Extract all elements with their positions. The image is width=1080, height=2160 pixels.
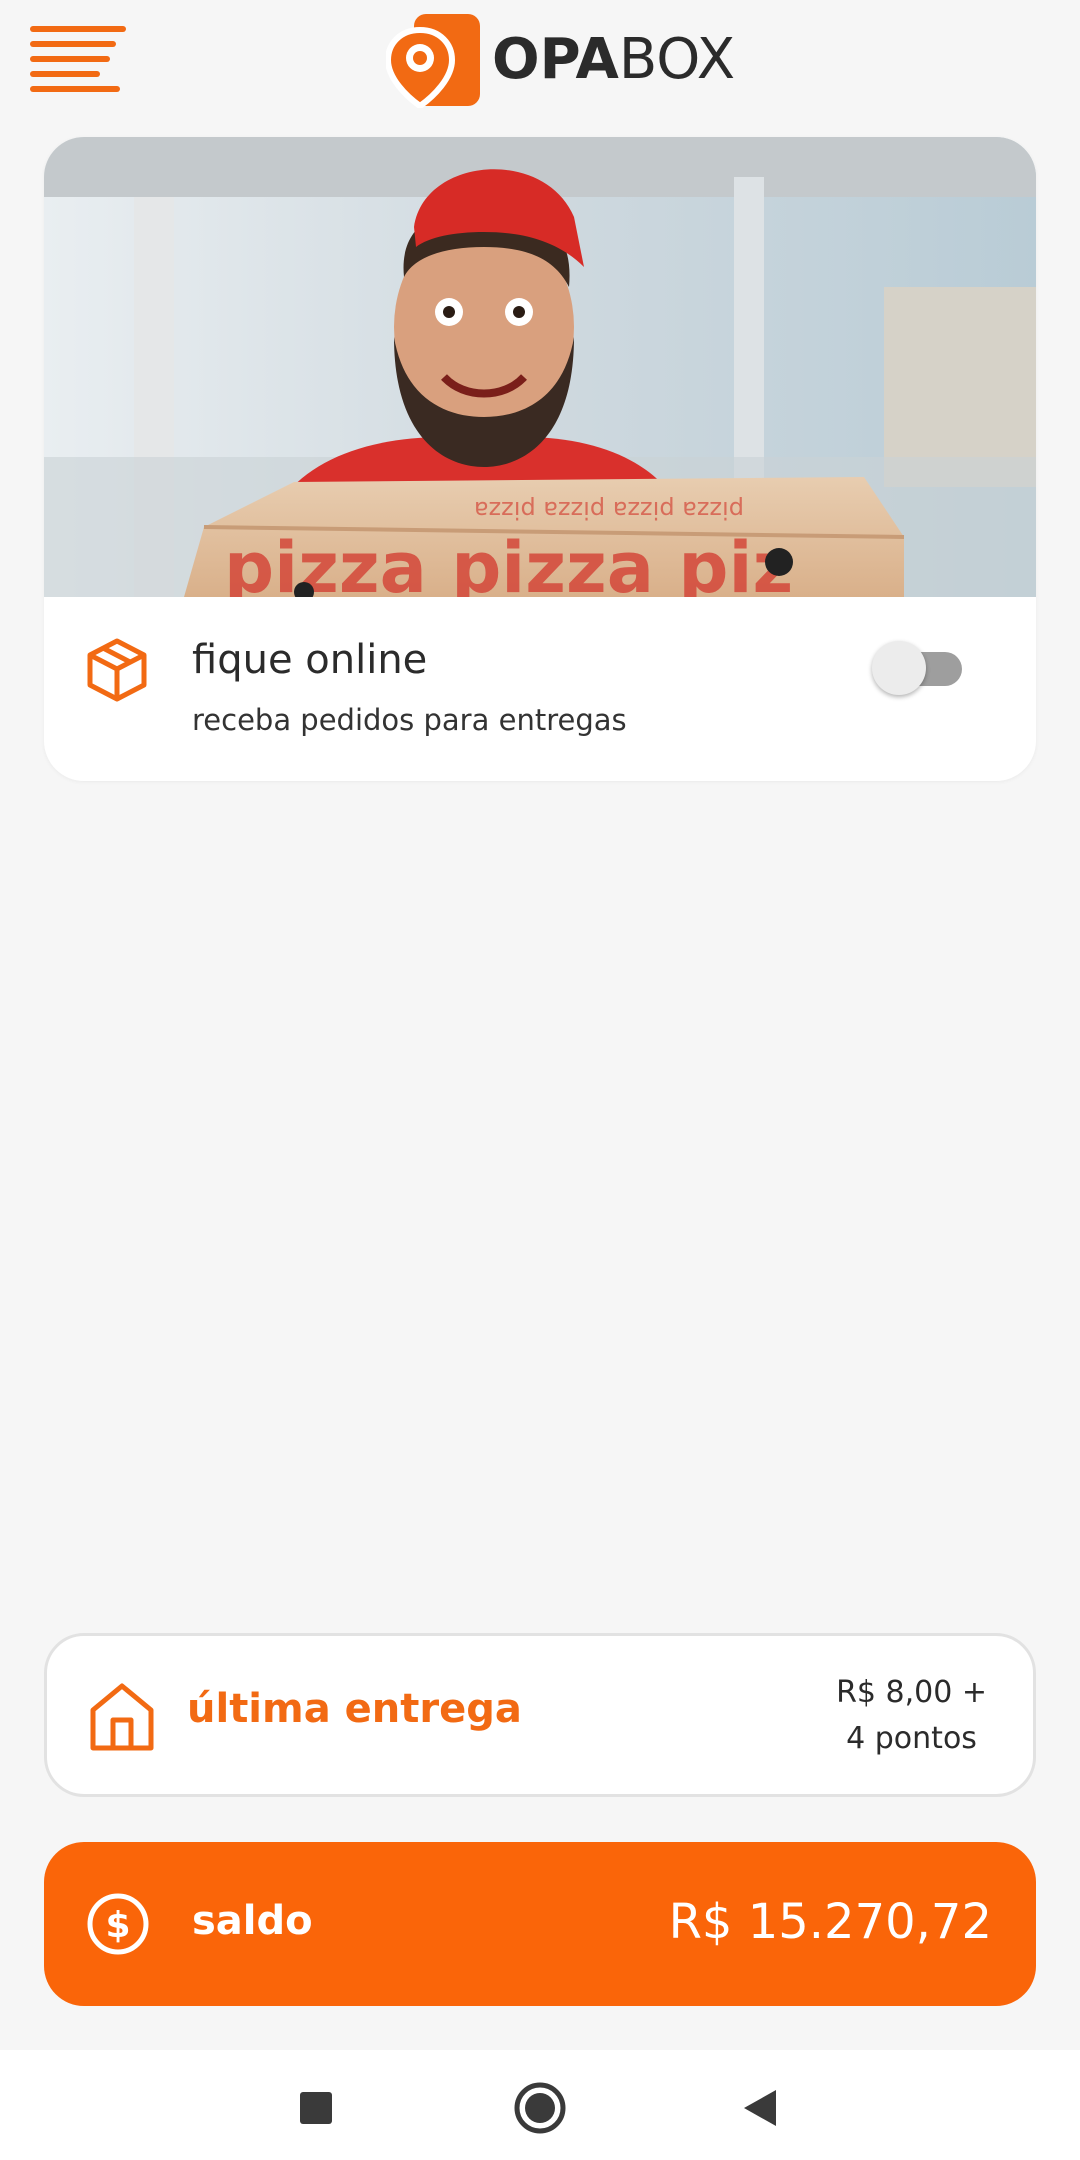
app-header: OPABOX <box>0 0 1080 130</box>
back-icon[interactable] <box>730 2080 790 2136</box>
last-delivery-value: R$ 8,00 + 4 pontos <box>836 1670 987 1762</box>
delivery-man-photo: pizza pizza piz pizza pizza pizza pizza <box>44 137 1036 597</box>
recent-apps-icon[interactable] <box>286 2080 346 2136</box>
system-nav-bar <box>0 2050 1080 2160</box>
svg-text:$: $ <box>105 1905 130 1946</box>
last-delivery-amount: R$ 8,00 + <box>836 1675 987 1710</box>
logo-text-light: BOX <box>618 27 736 92</box>
opabox-logo: OPABOX <box>384 12 736 110</box>
logo-pin-icon <box>384 12 482 110</box>
balance-card[interactable]: $ saldo R$ 15.270,72 <box>44 1842 1036 2006</box>
hamburger-menu-icon[interactable] <box>30 26 126 92</box>
last-delivery-points: 4 pontos <box>846 1721 977 1756</box>
toggle-knob <box>872 641 926 695</box>
dollar-icon: $ <box>86 1892 150 1956</box>
app-screen: OPABOX pizza pizza piz pizza pizza pizza… <box>0 0 1080 2160</box>
package-icon <box>84 637 150 703</box>
online-title: fique online <box>192 637 428 683</box>
svg-text:pizza pizza pizza pizza: pizza pizza pizza pizza <box>474 496 744 524</box>
online-toggle-switch[interactable] <box>872 637 968 697</box>
balance-label: saldo <box>192 1898 313 1944</box>
online-status-card: pizza pizza piz pizza pizza pizza pizza … <box>44 137 1036 781</box>
last-delivery-card[interactable]: última entrega R$ 8,00 + 4 pontos <box>44 1633 1036 1797</box>
balance-amount: R$ 15.270,72 <box>668 1894 992 1950</box>
home-icon[interactable] <box>510 2080 570 2136</box>
house-icon <box>87 1680 157 1754</box>
logo-text-bold: OPA <box>492 27 619 92</box>
online-toggle-row[interactable]: fique online receba pedidos para entrega… <box>44 597 1036 781</box>
online-subtitle: receba pedidos para entregas <box>192 703 627 737</box>
last-delivery-label: última entrega <box>187 1686 522 1732</box>
